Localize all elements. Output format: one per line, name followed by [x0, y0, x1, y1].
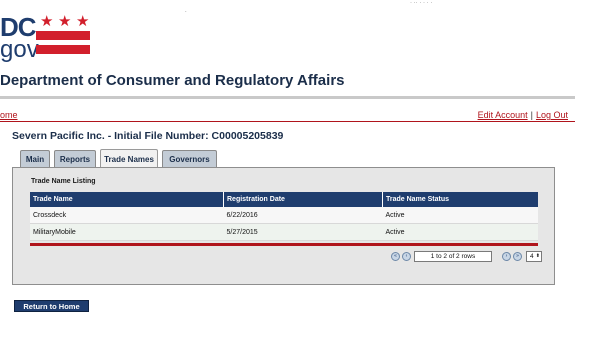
account-links: Edit Account | Log Out — [478, 110, 568, 120]
link-separator: | — [530, 110, 533, 120]
column-header[interactable]: Registration Date — [223, 192, 383, 207]
prev-page-icon[interactable]: ‹ — [402, 252, 411, 261]
table-cell: 5/27/2015 — [223, 223, 383, 241]
star-icon: ★ — [40, 13, 54, 30]
trade-name-panel: Trade Name Listing Trade Name Registrati… — [12, 167, 555, 285]
column-header[interactable]: Trade Name — [30, 192, 224, 207]
page-size-select[interactable]: 4 ⬍ — [526, 251, 542, 262]
tab-governors[interactable]: Governors — [162, 150, 217, 167]
table-row[interactable]: MilitaryMobile 5/27/2015 Active — [30, 223, 538, 241]
trade-name-table: Trade Name Registration Date Trade Name … — [30, 192, 538, 241]
star-icon: ★ — [76, 13, 90, 30]
table-row[interactable]: Crossdeck 6/22/2016 Active — [30, 207, 538, 224]
page-size-value: 4 — [530, 253, 534, 260]
company-heading: Severn Pacific Inc. - Initial File Numbe… — [12, 130, 284, 142]
page-title: Department of Consumer and Regulatory Af… — [0, 72, 345, 89]
tab-trade-names[interactable]: Trade Names — [100, 149, 158, 168]
header-divider — [0, 96, 575, 99]
stepper-icon: ⬍ — [535, 253, 540, 259]
nav-divider — [0, 121, 575, 122]
column-header[interactable]: Trade Name Status — [382, 192, 538, 207]
pager-info: 1 to 2 of 2 rows — [414, 251, 492, 262]
flag-bar — [36, 31, 90, 40]
edit-account-link[interactable]: Edit Account — [478, 110, 528, 120]
tab-reports[interactable]: Reports — [54, 150, 96, 167]
listing-label: Trade Name Listing — [31, 178, 96, 185]
table-footer-bar — [30, 243, 538, 246]
table-cell: MilitaryMobile — [30, 223, 224, 241]
next-page-icon[interactable]: › — [502, 252, 511, 261]
tab-main[interactable]: Main — [20, 150, 50, 167]
table-cell: Active — [382, 207, 538, 224]
star-icon: ★ — [58, 13, 72, 30]
table-cell: Active — [382, 223, 538, 241]
flag-bar — [36, 45, 90, 54]
return-home-button[interactable]: Return to Home — [14, 300, 89, 312]
home-link[interactable]: ome — [0, 110, 18, 120]
dc-flag-icon: ★ ★ ★ — [24, 14, 90, 58]
table-cell: 6/22/2016 — [223, 207, 383, 224]
last-page-icon[interactable]: » — [513, 252, 522, 261]
first-page-icon[interactable]: « — [391, 252, 400, 261]
speck: . — [185, 8, 187, 14]
logout-link[interactable]: Log Out — [536, 110, 568, 120]
speck: · ·· · · · · — [410, 0, 433, 6]
table-cell: Crossdeck — [30, 207, 224, 224]
